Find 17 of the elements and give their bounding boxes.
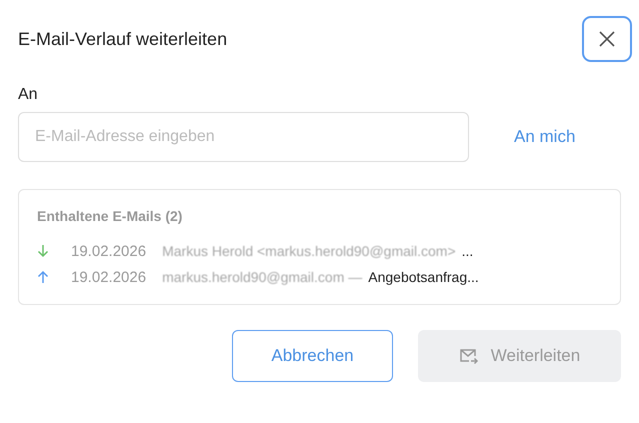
close-button[interactable] (582, 16, 632, 62)
mail-forward-icon (458, 347, 479, 365)
arrow-up-icon (37, 270, 49, 284)
email-subject: Angebotsanfrag... (368, 269, 479, 285)
blurred-sender: Markus Herold <markus.herold90@gmail.com> (162, 243, 456, 259)
to-me-link[interactable]: An mich (514, 127, 576, 147)
arrow-down-icon (37, 244, 49, 258)
field-label: An (18, 86, 38, 104)
cancel-button[interactable]: Abbrechen (232, 330, 393, 382)
blurred-sender: markus.herold90@gmail.com — (162, 269, 362, 285)
email-date: 19.02.2026 (71, 268, 146, 286)
panel-heading: Enthaltene E-Mails (2) (37, 208, 182, 224)
email-input-field[interactable]: E-Mail-Adresse eingeben (18, 112, 469, 162)
email-date: 19.02.2026 (71, 242, 146, 260)
close-icon (598, 30, 616, 48)
email-subject: ... (462, 243, 474, 259)
dialog-title: E-Mail-Verlauf weiterleiten (18, 28, 228, 50)
